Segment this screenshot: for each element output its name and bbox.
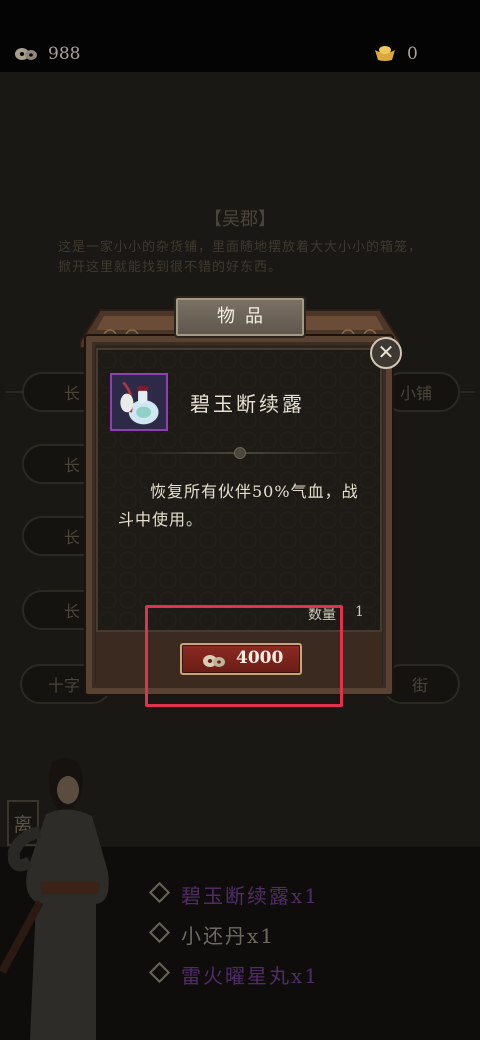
coin-count: 988 xyxy=(48,44,81,64)
close-button[interactable]: ✕ xyxy=(370,337,402,369)
location-button-street[interactable]: 街 xyxy=(382,664,460,704)
divider-ornament-icon xyxy=(234,447,246,459)
ingot-count: 0 xyxy=(407,44,418,64)
ingot-icon xyxy=(375,46,395,61)
diamond-bullet-icon xyxy=(148,921,171,944)
quantity-value: 1 xyxy=(355,604,364,620)
character-portrait xyxy=(0,757,109,1040)
highlight-annotation-box xyxy=(145,605,343,707)
coin-icon xyxy=(15,48,37,60)
close-icon: ✕ xyxy=(377,340,395,364)
currency-bar: 988 0 xyxy=(0,0,480,72)
item-description: 恢复所有伙伴50%气血，战斗中使用。 xyxy=(118,482,359,529)
diamond-bullet-icon xyxy=(148,961,171,984)
modal-title-tab: 物品 xyxy=(174,296,306,338)
diamond-bullet-icon xyxy=(148,881,171,904)
location-title: 【吴郡】 xyxy=(204,209,276,230)
reward-item-2: 小还丹x1 xyxy=(148,920,275,949)
reward-item-3: 雷火曜星丸x1 xyxy=(148,960,319,989)
item-name: 碧玉断续露 xyxy=(190,392,305,416)
location-button-shop[interactable]: 小铺 xyxy=(382,372,460,412)
location-description: 这是一家小小的杂货铺，里面随地摆放着大大小小的箱笼，掀开这里就能找到很不错的好东… xyxy=(58,240,423,275)
reward-item-1: 碧玉断续露x1 xyxy=(148,880,319,909)
item-bottle-icon xyxy=(110,373,168,431)
modal-title: 物品 xyxy=(217,306,273,327)
